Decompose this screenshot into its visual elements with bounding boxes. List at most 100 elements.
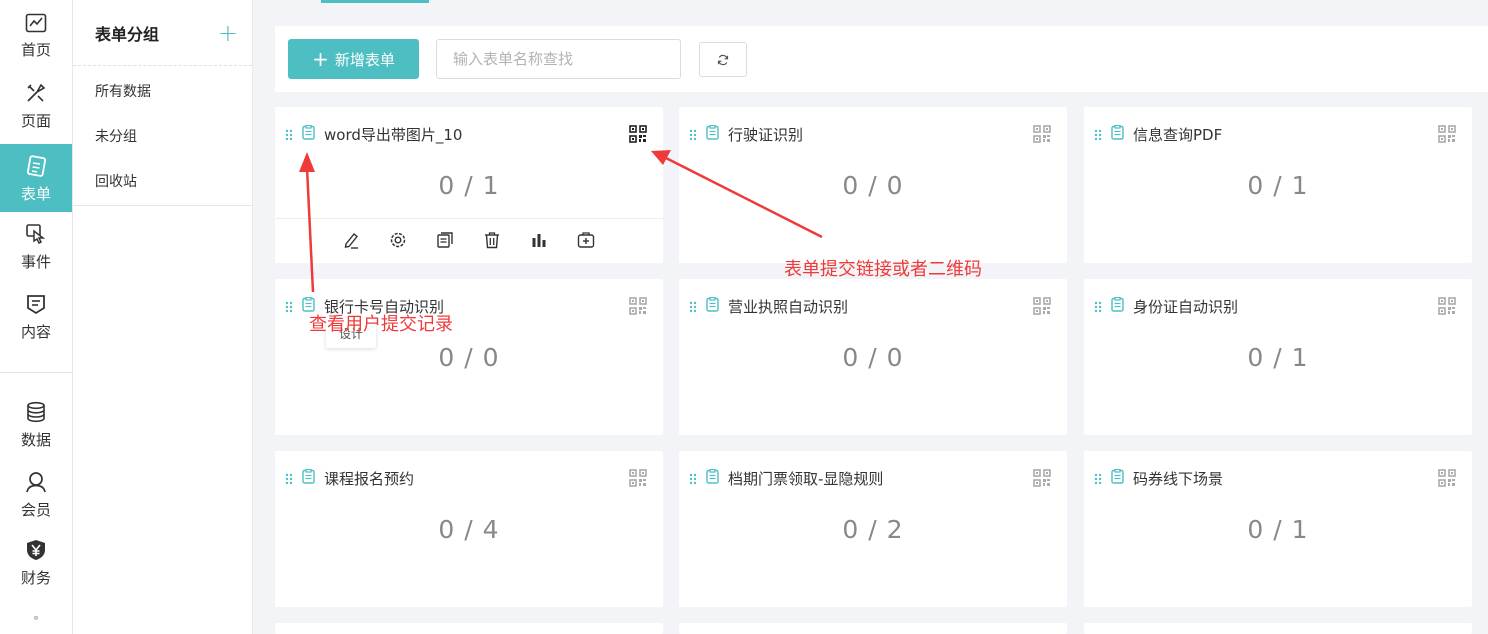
form-name[interactable]: 身份证自动识别 — [1133, 296, 1238, 317]
groups-divider — [73, 205, 252, 206]
nav-label: 内容 — [20, 323, 51, 341]
form-card[interactable]: 营业执照自动识别 0 / 0 — [679, 279, 1067, 435]
nav-item-data[interactable]: 数据 — [0, 390, 72, 458]
nav-item-finance[interactable]: 财务 — [0, 528, 72, 596]
form-submission-count: 0 / 0 — [842, 343, 904, 372]
form-doc-icon — [1111, 124, 1124, 144]
group-item-all[interactable]: 所有数据 — [73, 68, 252, 113]
delete-icon[interactable] — [483, 231, 501, 253]
qr-code-icon[interactable] — [629, 297, 647, 319]
form-doc-icon — [706, 296, 719, 316]
qr-code-icon[interactable] — [1033, 469, 1051, 491]
nav-label: 事件 — [20, 253, 51, 271]
form-search-input[interactable] — [436, 39, 681, 79]
chart-line-icon — [25, 13, 47, 33]
form-submission-count: 0 / 1 — [1247, 343, 1309, 372]
form-card[interactable]: 码券线下场景 0 / 1 — [1084, 451, 1472, 607]
form-card[interactable]: 档期门票领取-显隐规则 0 / 2 — [679, 451, 1067, 607]
qr-code-icon[interactable] — [629, 469, 647, 491]
nav-divider — [0, 372, 72, 373]
nav-item-members[interactable]: 会员 — [0, 460, 72, 528]
user-icon — [26, 472, 46, 493]
form-submission-count: 0 / 4 — [438, 515, 500, 544]
form-doc-icon — [1111, 468, 1124, 488]
form-card-partial[interactable] — [1084, 623, 1472, 634]
nav-label: 首页 — [20, 41, 51, 59]
form-submission-count: 0 / 2 — [842, 515, 904, 544]
group-item-recycle-bin[interactable]: 回收站 — [73, 158, 252, 203]
form-doc-icon — [302, 468, 315, 488]
drag-handle-icon[interactable] — [285, 126, 293, 145]
plus-icon[interactable]: + — [218, 21, 238, 45]
form-doc-icon — [302, 124, 315, 144]
nav-label: 会员 — [20, 501, 51, 519]
hand-pointer-icon — [26, 224, 46, 245]
form-name[interactable]: 课程报名预约 — [324, 468, 414, 489]
add-form-label: 新增表单 — [334, 50, 395, 69]
form-submission-count: 0 / 0 — [842, 171, 904, 200]
annotation-records-note: 查看用户提交记录 — [309, 314, 453, 335]
form-name[interactable]: 码券线下场景 — [1133, 468, 1223, 489]
drag-handle-icon[interactable] — [689, 470, 697, 489]
edit-icon[interactable] — [342, 231, 360, 253]
form-submission-count: 0 / 1 — [1247, 171, 1309, 200]
active-tab-indicator — [321, 0, 429, 3]
content-shield-icon — [27, 295, 45, 315]
form-card-partial[interactable] — [275, 623, 663, 634]
drag-handle-icon[interactable] — [689, 298, 697, 317]
nav-item-events[interactable]: 事件 — [0, 212, 72, 280]
form-name[interactable]: word导出带图片_10 — [324, 124, 462, 145]
form-list-icon — [26, 155, 47, 177]
qr-code-icon[interactable] — [1438, 297, 1456, 319]
groups-title: 表单分组 — [95, 24, 160, 44]
drag-handle-icon[interactable] — [285, 470, 293, 489]
annotation-qr-note: 表单提交链接或者二维码 — [784, 259, 982, 280]
yen-shield-icon — [27, 540, 45, 560]
drag-handle-icon[interactable] — [689, 126, 697, 145]
qr-code-icon[interactable] — [1033, 297, 1051, 319]
add-to-icon[interactable] — [577, 231, 595, 253]
settings-icon[interactable] — [389, 231, 407, 253]
qr-code-icon[interactable] — [1033, 125, 1051, 147]
form-card[interactable]: 信息查询PDF 0 / 1 — [1084, 107, 1472, 263]
qr-code-icon[interactable] — [1438, 469, 1456, 491]
refresh-button[interactable] — [699, 42, 747, 77]
nav-label: 页面 — [20, 112, 51, 130]
form-name[interactable]: 营业执照自动识别 — [728, 296, 848, 317]
form-name[interactable]: 信息查询PDF — [1133, 124, 1222, 145]
nav-label: 数据 — [20, 431, 51, 449]
design-tools-icon — [27, 83, 46, 102]
qr-code-icon[interactable] — [629, 125, 647, 147]
nav-item-forms[interactable]: 表单 — [0, 144, 72, 212]
add-form-button[interactable]: + 新增表单 — [288, 39, 419, 79]
form-card-partial[interactable] — [679, 623, 1067, 634]
form-name[interactable]: 档期门票领取-显隐规则 — [728, 468, 883, 489]
form-card[interactable]: 银行卡号自动识别 0 / 0 — [275, 279, 663, 435]
group-item-ungrouped[interactable]: 未分组 — [73, 113, 252, 158]
form-doc-icon — [1111, 296, 1124, 316]
drag-handle-icon[interactable] — [285, 298, 293, 317]
drag-handle-icon[interactable] — [1094, 126, 1102, 145]
form-groups-panel: 表单分组 + 所有数据 未分组 回收站 — [73, 0, 253, 634]
form-submission-count: 0 / 1 — [438, 171, 500, 200]
drag-handle-icon[interactable] — [1094, 298, 1102, 317]
form-card[interactable]: 课程报名预约 0 / 4 — [275, 451, 663, 607]
form-card[interactable]: word导出带图片_10 0 / 1 — [275, 107, 663, 263]
nav-item-more[interactable] — [0, 600, 72, 634]
nav-item-content[interactable]: 内容 — [0, 282, 72, 350]
stats-icon[interactable] — [530, 231, 548, 253]
nav-item-home[interactable]: 首页 — [0, 0, 72, 68]
refresh-icon — [717, 54, 729, 65]
nav-item-pages[interactable]: 页面 — [0, 71, 72, 139]
settings-shield-icon — [34, 616, 38, 620]
forms-toolbar: + 新增表单 — [275, 26, 1488, 92]
form-doc-icon — [706, 124, 719, 144]
nav-label: 表单 — [20, 185, 51, 203]
drag-handle-icon[interactable] — [1094, 470, 1102, 489]
nav-label: 财务 — [20, 569, 51, 587]
copy-icon[interactable] — [436, 231, 454, 253]
qr-code-icon[interactable] — [1438, 125, 1456, 147]
form-card[interactable]: 身份证自动识别 0 / 1 — [1084, 279, 1472, 435]
form-card[interactable]: 行驶证识别 0 / 0 — [679, 107, 1067, 263]
form-name[interactable]: 行驶证识别 — [728, 124, 803, 145]
